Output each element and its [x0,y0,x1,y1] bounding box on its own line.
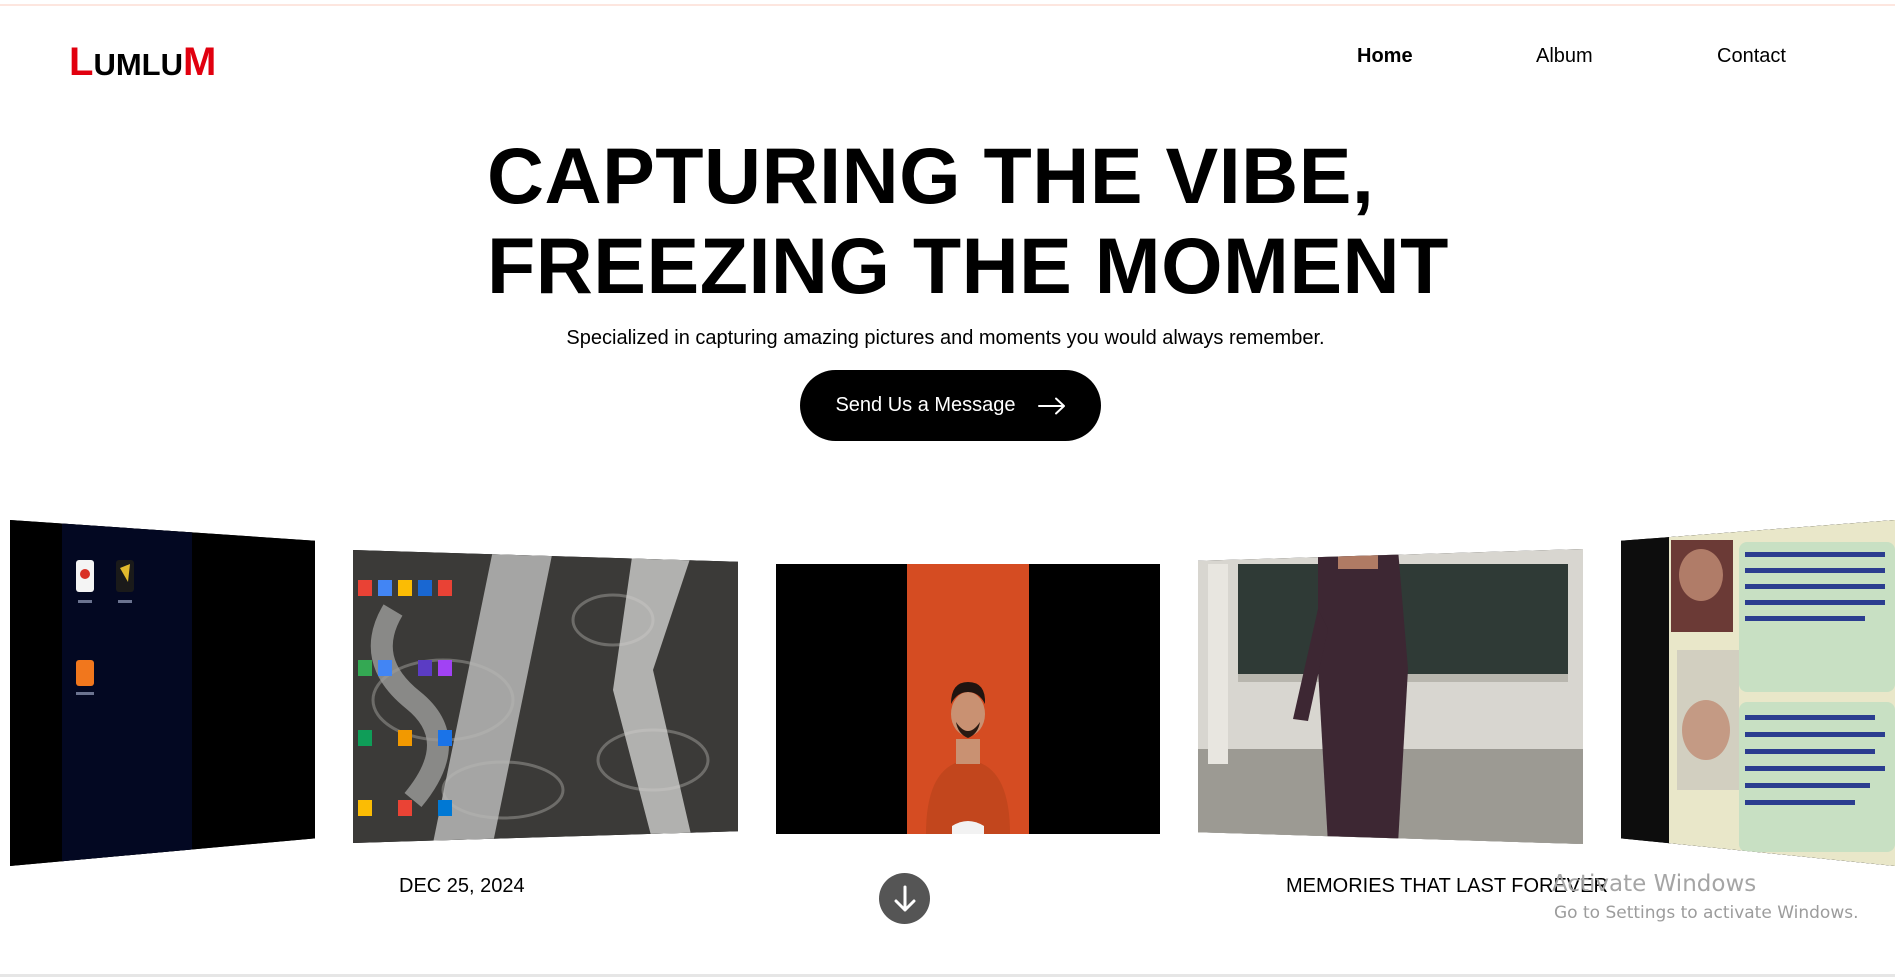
gallery-photo[interactable] [1198,549,1583,844]
logo-first-letter: L [69,40,94,84]
quote-slide-photo [1621,520,1895,866]
hero-title-line-2: FREEZING THE MOMENT [487,221,1449,310]
nav-album[interactable]: Album [1536,45,1593,68]
send-message-label: Send Us a Message [835,394,1016,416]
lecturer-photo [1198,549,1583,844]
activate-windows-subtitle: Go to Settings to activate Windows. [1554,903,1859,923]
logo-last-letter: M [182,40,217,84]
nav-contact[interactable]: Contact [1717,45,1786,68]
arrow-right-icon [1037,397,1065,414]
date-caption: DEC 25, 2024 [399,875,525,897]
hero-subtitle: Specialized in capturing amazing picture… [566,327,1325,349]
hero-title-line-1: CAPTURING THE VIBE, [487,131,1375,220]
brand-logo[interactable]: LUMLUM [69,40,216,85]
logo-middle: UMLU [93,47,183,82]
portrait-photo [776,564,1160,834]
arrow-down-icon [894,885,915,911]
activate-windows-title: Activate Windows [1552,871,1757,897]
nav-home[interactable]: Home [1357,45,1413,68]
scroll-down-button[interactable] [879,873,930,924]
send-message-button[interactable]: Send Us a Message [800,370,1101,441]
phone-homescreen-photo [10,520,315,866]
desktop-icons-photo [353,550,738,843]
gallery-photo[interactable] [353,550,738,843]
gallery-photo[interactable] [1621,520,1895,866]
gallery-photo[interactable] [776,564,1160,834]
gallery-photo[interactable] [10,520,315,866]
hero-title: CAPTURING THE VIBE, FREEZING THE MOMENT [487,131,1487,311]
top-border [0,4,1895,6]
